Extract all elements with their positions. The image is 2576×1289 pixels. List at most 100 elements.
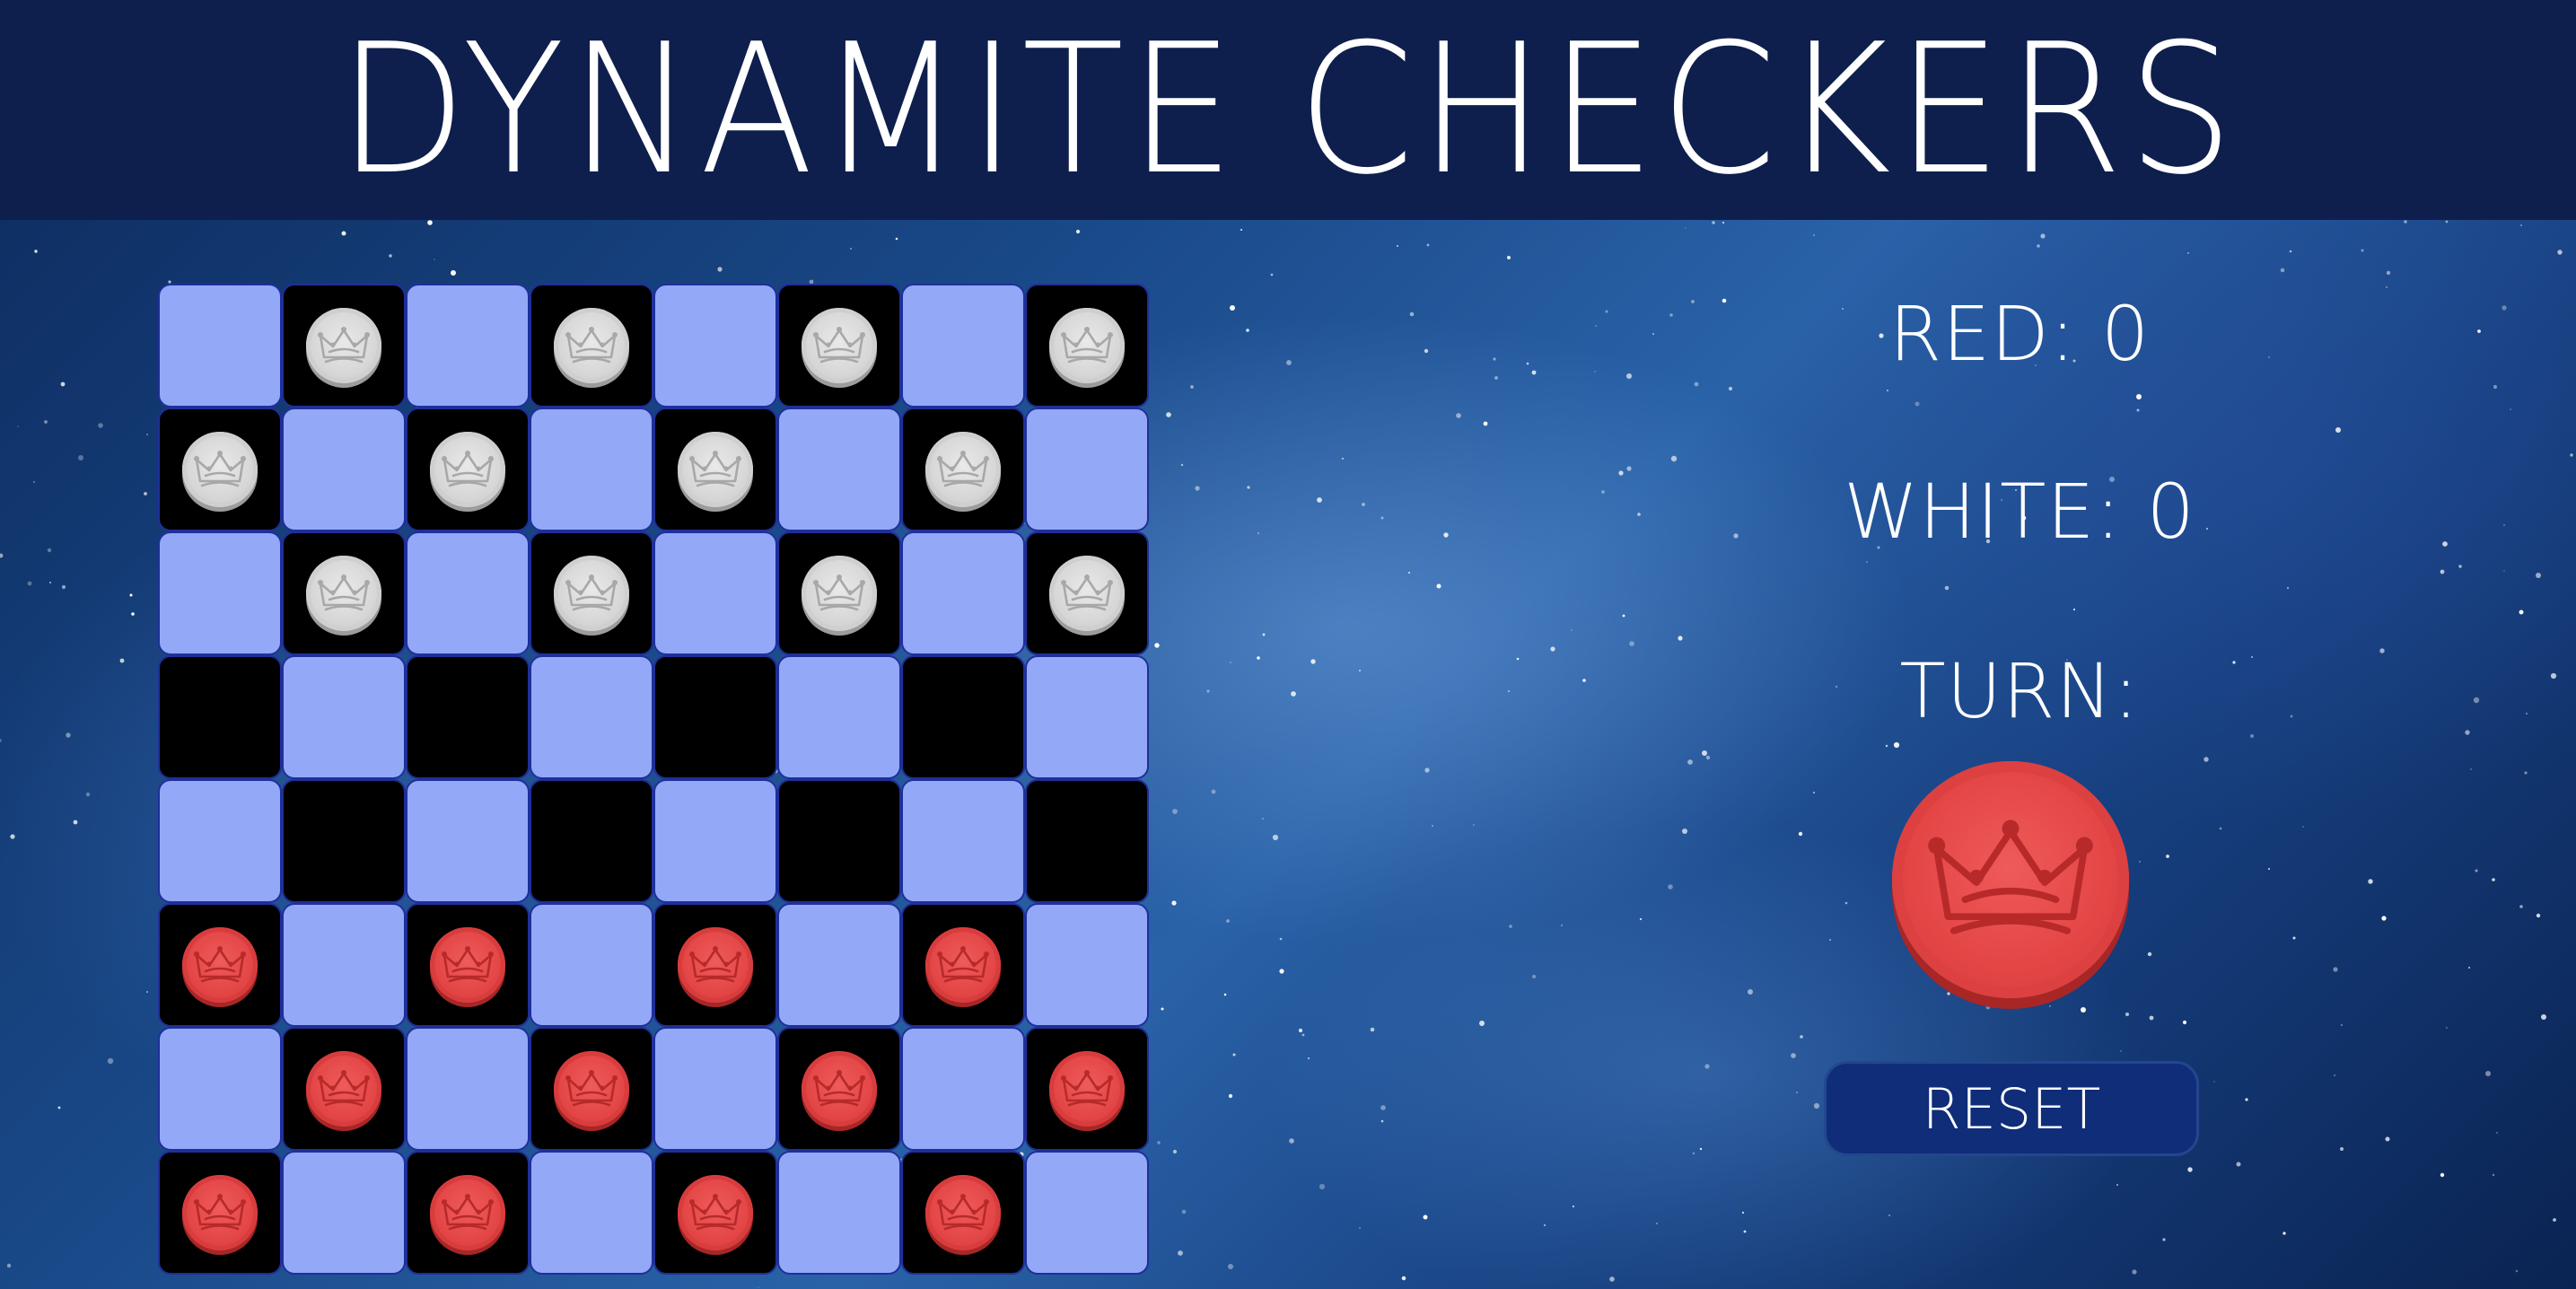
board-square-r5-c7 bbox=[901, 779, 1025, 903]
board-square-r7-c1 bbox=[158, 1027, 282, 1151]
board-square-r5-c2[interactable] bbox=[282, 779, 406, 903]
crown-icon bbox=[1061, 327, 1113, 364]
board-square-r3-c6[interactable] bbox=[777, 531, 901, 655]
board-square-r2-c2 bbox=[282, 408, 406, 531]
board-square-r1-c4[interactable] bbox=[530, 284, 653, 408]
crown-icon bbox=[565, 1070, 618, 1107]
white-checker-piece[interactable] bbox=[925, 432, 1001, 507]
board-square-r8-c8 bbox=[1025, 1151, 1149, 1275]
crown-icon bbox=[689, 451, 741, 487]
white-checker-piece[interactable] bbox=[554, 308, 629, 383]
red-checker-piece[interactable] bbox=[925, 927, 1001, 1003]
board-square-r6-c3[interactable] bbox=[406, 903, 530, 1027]
board-square-r8-c3[interactable] bbox=[406, 1151, 530, 1275]
white-checker-piece[interactable] bbox=[802, 556, 877, 631]
board-square-r7-c6[interactable] bbox=[777, 1027, 901, 1151]
board-square-r1-c6[interactable] bbox=[777, 284, 901, 408]
crown-icon bbox=[565, 327, 618, 364]
crown-icon bbox=[937, 451, 989, 487]
red-checker-piece[interactable] bbox=[554, 1051, 629, 1127]
red-checker-piece[interactable] bbox=[1049, 1051, 1125, 1127]
board-square-r7-c2[interactable] bbox=[282, 1027, 406, 1151]
board-square-r8-c7[interactable] bbox=[901, 1151, 1025, 1275]
checkers-board bbox=[158, 284, 1149, 1275]
white-checker-piece[interactable] bbox=[306, 308, 381, 383]
white-checker-piece[interactable] bbox=[1049, 556, 1125, 631]
board-square-r5-c4[interactable] bbox=[530, 779, 653, 903]
red-checker-piece[interactable] bbox=[802, 1051, 877, 1127]
red-checker-piece[interactable] bbox=[678, 927, 753, 1003]
board-square-r5-c6[interactable] bbox=[777, 779, 901, 903]
board-square-r7-c7 bbox=[901, 1027, 1025, 1151]
crown-icon bbox=[1928, 820, 2093, 934]
board-square-r4-c8 bbox=[1025, 655, 1149, 779]
board-square-r6-c7[interactable] bbox=[901, 903, 1025, 1027]
board-square-r2-c3[interactable] bbox=[406, 408, 530, 531]
crown-icon bbox=[1061, 1070, 1113, 1107]
board-square-r1-c3 bbox=[406, 284, 530, 408]
board-square-r2-c6 bbox=[777, 408, 901, 531]
crown-icon bbox=[442, 946, 494, 983]
red-checker-piece[interactable] bbox=[182, 927, 258, 1003]
crown-icon bbox=[813, 574, 865, 611]
board-square-r3-c8[interactable] bbox=[1025, 531, 1149, 655]
red-checker-piece[interactable] bbox=[678, 1175, 753, 1250]
crown-icon bbox=[813, 1070, 865, 1107]
white-checker-piece[interactable] bbox=[678, 432, 753, 507]
game-title: DYNAMITE CHECKERS bbox=[337, 4, 2239, 215]
board-square-r8-c5[interactable] bbox=[653, 1151, 777, 1275]
board-square-r2-c7[interactable] bbox=[901, 408, 1025, 531]
reset-button[interactable]: RESET bbox=[1824, 1061, 2199, 1156]
white-checker-piece[interactable] bbox=[430, 432, 505, 507]
board-square-r3-c2[interactable] bbox=[282, 531, 406, 655]
board-square-r2-c8 bbox=[1025, 408, 1149, 531]
board-square-r4-c2 bbox=[282, 655, 406, 779]
board-square-r3-c5 bbox=[653, 531, 777, 655]
board-square-r5-c8[interactable] bbox=[1025, 779, 1149, 903]
white-checker-piece[interactable] bbox=[554, 556, 629, 631]
white-checker-piece[interactable] bbox=[306, 556, 381, 631]
crown-icon bbox=[813, 327, 865, 364]
red-checker-piece[interactable] bbox=[430, 1175, 505, 1250]
red-score: RED: 0 bbox=[1888, 290, 2151, 378]
white-checker-piece[interactable] bbox=[1049, 308, 1125, 383]
board-square-r5-c5 bbox=[653, 779, 777, 903]
board-square-r7-c8[interactable] bbox=[1025, 1027, 1149, 1151]
crown-icon bbox=[194, 946, 246, 983]
board-square-r4-c4 bbox=[530, 655, 653, 779]
crown-icon bbox=[1061, 574, 1113, 611]
board-square-r4-c3[interactable] bbox=[406, 655, 530, 779]
board-square-r6-c5[interactable] bbox=[653, 903, 777, 1027]
board-square-r1-c8[interactable] bbox=[1025, 284, 1149, 408]
board-square-r6-c2 bbox=[282, 903, 406, 1027]
red-checker-piece[interactable] bbox=[306, 1051, 381, 1127]
red-checker-piece[interactable] bbox=[182, 1175, 258, 1250]
board-square-r2-c1[interactable] bbox=[158, 408, 282, 531]
board-square-r3-c7 bbox=[901, 531, 1025, 655]
board-square-r1-c2[interactable] bbox=[282, 284, 406, 408]
crown-icon bbox=[937, 1194, 989, 1231]
board-square-r4-c1[interactable] bbox=[158, 655, 282, 779]
board-square-r6-c1[interactable] bbox=[158, 903, 282, 1027]
board-square-r5-c3 bbox=[406, 779, 530, 903]
red-checker-piece[interactable] bbox=[430, 927, 505, 1003]
crown-icon bbox=[318, 574, 370, 611]
board-square-r8-c1[interactable] bbox=[158, 1151, 282, 1275]
board-square-r2-c5[interactable] bbox=[653, 408, 777, 531]
crown-icon bbox=[194, 451, 246, 487]
board-square-r8-c4 bbox=[530, 1151, 653, 1275]
board-square-r3-c3 bbox=[406, 531, 530, 655]
white-checker-piece[interactable] bbox=[182, 432, 258, 507]
board-square-r3-c4[interactable] bbox=[530, 531, 653, 655]
board-square-r2-c4 bbox=[530, 408, 653, 531]
board-square-r7-c3 bbox=[406, 1027, 530, 1151]
board-square-r7-c4[interactable] bbox=[530, 1027, 653, 1151]
board-square-r4-c7[interactable] bbox=[901, 655, 1025, 779]
white-checker-piece[interactable] bbox=[802, 308, 877, 383]
board-square-r6-c8 bbox=[1025, 903, 1149, 1027]
board-square-r7-c5 bbox=[653, 1027, 777, 1151]
crown-icon bbox=[565, 574, 618, 611]
board-square-r4-c5[interactable] bbox=[653, 655, 777, 779]
red-checker-piece[interactable] bbox=[925, 1175, 1001, 1250]
turn-label: TURN: bbox=[1899, 647, 2140, 735]
